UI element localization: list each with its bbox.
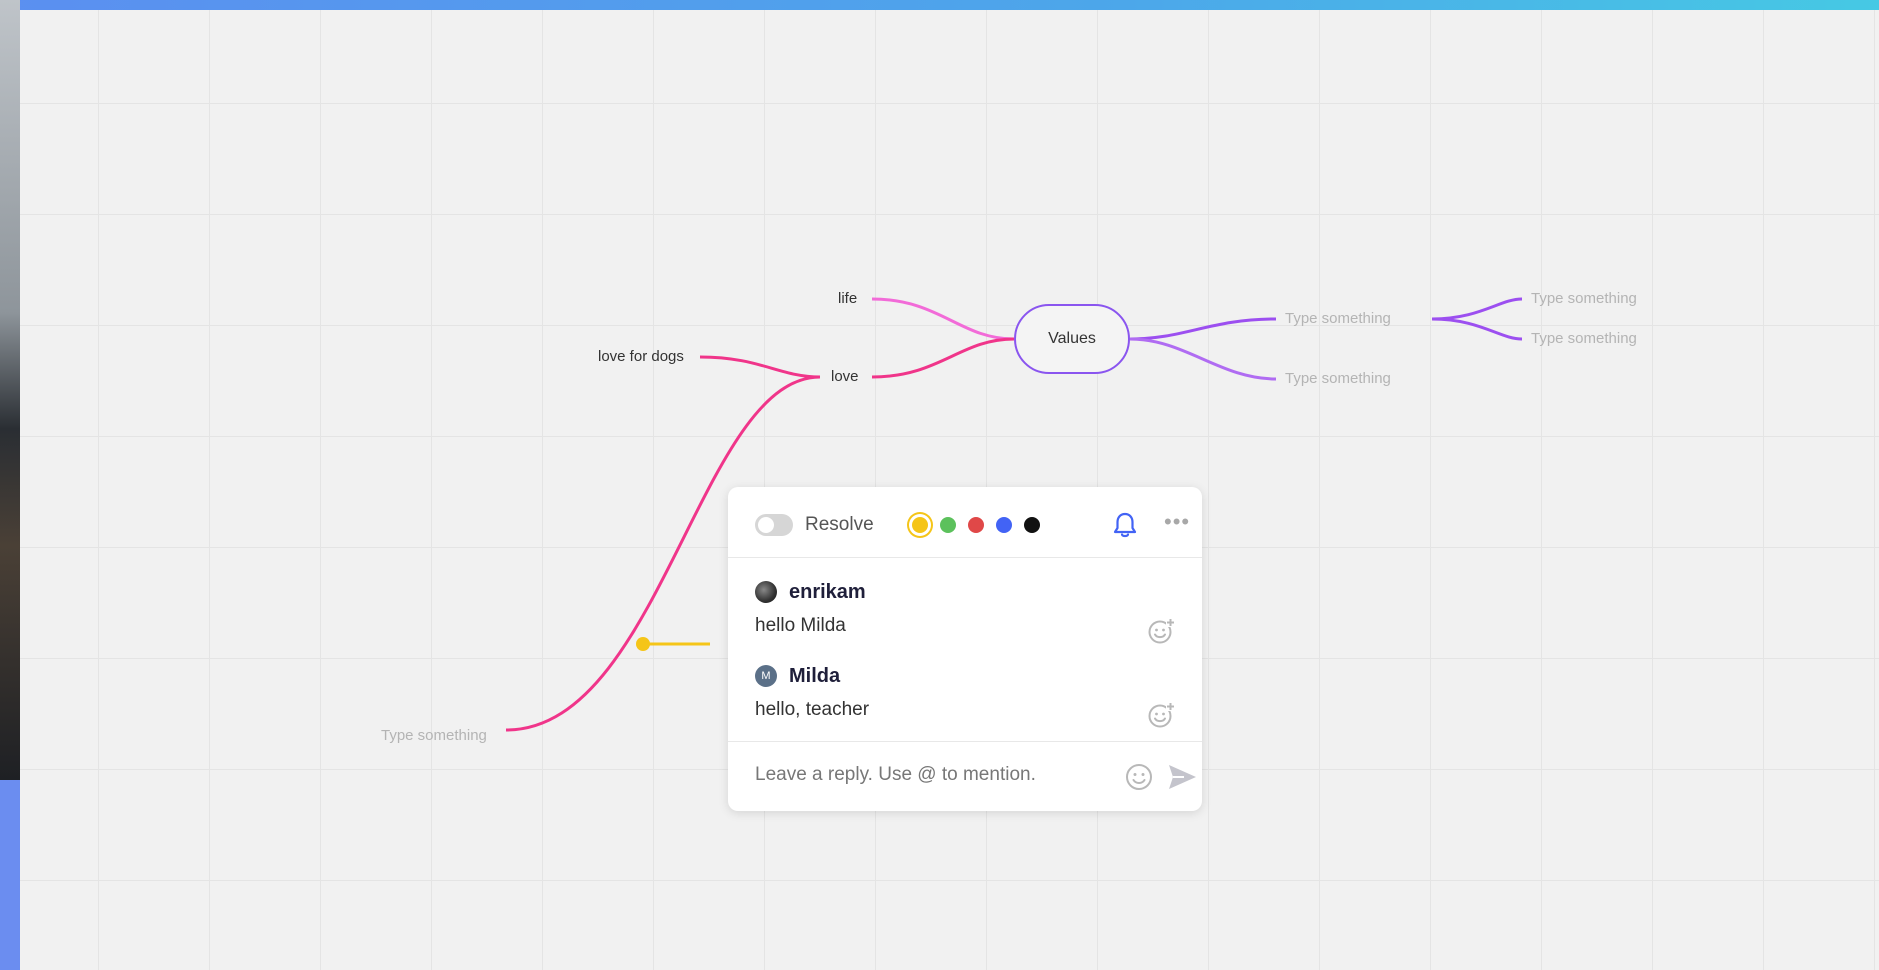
notification-bell-icon[interactable] [1112,511,1138,539]
node-placeholder-right-bottom[interactable]: Type something [1285,370,1391,387]
comment-card-header: Resolve ••• [728,487,1202,558]
app-top-bar [0,0,1879,10]
webcam-feed [0,0,20,780]
color-option-yellow[interactable] [912,517,928,533]
comment-anchor-dot [636,637,650,651]
color-option-red[interactable] [968,517,984,533]
left-video-panel [0,0,20,970]
more-options-icon[interactable]: ••• [1164,509,1190,535]
branch-root-to-love [871,337,1015,379]
comment-text: hello Milda [755,615,846,636]
node-placeholder-far-top[interactable]: Type something [1531,290,1637,307]
emoji-picker-icon[interactable] [1124,762,1154,792]
node-placeholder-left[interactable]: Type something [381,727,487,744]
color-option-green[interactable] [940,517,956,533]
branch-root-to-life [871,297,1015,341]
color-option-blue[interactable] [996,517,1012,533]
branch-right-to-far-top [1431,297,1523,321]
color-option-black[interactable] [1024,517,1040,533]
node-placeholder-right-top[interactable]: Type something [1285,310,1391,327]
add-reaction-icon[interactable] [1147,701,1175,729]
node-life[interactable]: life [838,290,857,307]
comment-author: enrikam [789,580,866,603]
whiteboard-canvas[interactable]: Values life love love for dogs Type some… [20,10,1879,970]
reply-input[interactable] [755,760,1095,790]
mindmap-root-node[interactable]: Values [1014,304,1130,374]
root-node-label: Values [1048,330,1096,347]
comment-text: hello, teacher [755,699,870,720]
add-reaction-icon[interactable] [1147,617,1175,645]
resolve-toggle[interactable] [755,514,793,536]
send-icon[interactable] [1166,761,1198,793]
comment-item: enrikam hello Milda [755,579,1175,644]
resolve-label: Resolve [805,514,874,535]
reply-bar [728,741,1202,812]
comment-item: M Milda hello, teacher [755,663,1175,728]
branch-root-to-right-bottom [1129,337,1277,381]
avatar: M [755,665,777,687]
node-placeholder-far-bottom[interactable]: Type something [1531,330,1637,347]
branch-right-to-far-bottom [1431,317,1523,341]
branch-root-to-right-top [1129,317,1277,341]
avatar [755,581,777,603]
comment-thread-card: Resolve ••• enrikam hello Milda M Milda … [728,487,1202,811]
branch-love-to-dogs [699,355,821,379]
node-love[interactable]: love [831,368,859,385]
node-love-for-dogs[interactable]: love for dogs [598,348,684,365]
comment-author: Milda [789,664,841,687]
